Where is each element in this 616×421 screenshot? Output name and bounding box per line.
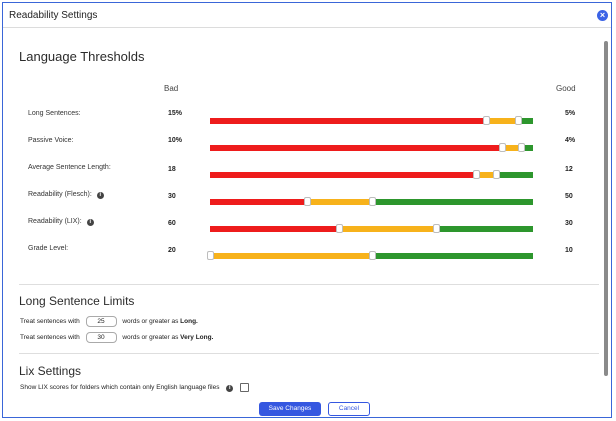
lix-english-only-option: Show LIX scores for folders which contai…: [20, 383, 250, 393]
threshold-slider[interactable]: [210, 170, 533, 179]
bad-threshold-handle[interactable]: [207, 251, 214, 260]
good-threshold-handle[interactable]: [492, 170, 500, 179]
very-long-threshold-input[interactable]: 30: [85, 332, 117, 343]
rule-suffix: words or greater as: [122, 318, 179, 326]
long-sentence-rule: Treat sentences with 25 words or greater…: [20, 316, 198, 327]
rule-label-long: Long.: [180, 318, 198, 326]
yellow-segment: [485, 118, 519, 124]
lix-option-label: Show LIX scores for folders which contai…: [20, 384, 220, 392]
bad-threshold-handle[interactable]: [336, 224, 344, 233]
threshold-slider[interactable]: [210, 224, 533, 233]
readability-settings-dialog: Readability Settings × Language Threshol…: [2, 2, 612, 418]
good-threshold-handle[interactable]: [368, 197, 376, 206]
rule-label-very-long: Very Long.: [180, 334, 214, 342]
threshold-label: Long Sentences:: [28, 110, 81, 117]
threshold-label: Passive Voice:: [28, 137, 74, 144]
green-segment: [371, 199, 533, 205]
very-long-sentence-rule: Treat sentences with 30 words or greater…: [20, 332, 213, 343]
threshold-slider[interactable]: [210, 116, 533, 125]
good-threshold-value: 10: [565, 247, 573, 254]
good-threshold-handle[interactable]: [518, 143, 526, 152]
bad-threshold-value: 18: [168, 166, 176, 173]
yellow-segment: [306, 199, 372, 205]
section-divider: [19, 353, 599, 354]
red-segment: [210, 226, 340, 232]
red-segment: [210, 199, 307, 205]
cancel-button[interactable]: Cancel: [328, 402, 370, 416]
scrollbar-thumb[interactable]: [604, 41, 608, 376]
threshold-label: Average Sentence Length:: [28, 164, 111, 171]
red-segment: [210, 172, 477, 178]
bad-threshold-handle[interactable]: [473, 170, 481, 179]
section-heading-long-sentence-limits: Long Sentence Limits: [19, 294, 135, 308]
bad-threshold-value: 30: [168, 193, 176, 200]
good-threshold-value: 4%: [565, 137, 576, 144]
section-divider: [19, 284, 599, 285]
threshold-label-text: Average Sentence Length:: [28, 164, 111, 171]
green-segment: [495, 172, 533, 178]
rule-prefix: Treat sentences with: [20, 334, 80, 342]
good-threshold-value: 50: [565, 193, 573, 200]
good-threshold-handle[interactable]: [433, 224, 441, 233]
rule-prefix: Treat sentences with: [20, 318, 80, 326]
good-column-header: Good: [556, 84, 576, 93]
bad-column-header: Bad: [164, 84, 179, 93]
threshold-label: Grade Level:: [28, 245, 68, 252]
lix-english-only-checkbox[interactable]: [240, 383, 250, 392]
good-threshold-value: 30: [565, 220, 573, 227]
red-segment: [210, 145, 502, 151]
close-icon[interactable]: ×: [597, 10, 608, 21]
bad-threshold-handle[interactable]: [303, 197, 311, 206]
threshold-slider[interactable]: [207, 251, 533, 260]
threshold-label: Readability (Flesch): i: [28, 191, 104, 199]
threshold-slider[interactable]: [210, 143, 533, 152]
save-changes-button[interactable]: Save Changes: [259, 402, 321, 416]
green-segment: [371, 253, 533, 259]
threshold-label-text: Passive Voice:: [28, 137, 74, 144]
rule-suffix: words or greater as: [122, 334, 179, 342]
section-heading-lix-settings: Lix Settings: [19, 364, 82, 378]
bad-threshold-handle[interactable]: [498, 143, 506, 152]
long-threshold-input[interactable]: 25: [85, 316, 117, 327]
red-segment: [210, 118, 486, 124]
bad-threshold-value: 20: [168, 247, 176, 254]
bad-threshold-handle[interactable]: [482, 116, 490, 125]
dialog-title: Readability Settings: [9, 10, 98, 21]
threshold-label-text: Long Sentences:: [28, 110, 81, 117]
bad-threshold-value: 60: [168, 220, 176, 227]
info-icon[interactable]: i: [86, 219, 94, 226]
green-segment: [436, 226, 533, 232]
threshold-label-text: Readability (LIX):: [28, 218, 82, 225]
good-threshold-value: 5%: [565, 110, 576, 117]
threshold-label: Readability (LIX): i: [28, 218, 94, 226]
threshold-label-text: Readability (Flesch):: [28, 191, 92, 198]
good-threshold-handle[interactable]: [515, 116, 523, 125]
info-icon[interactable]: i: [96, 192, 104, 199]
good-threshold-handle[interactable]: [368, 251, 376, 260]
yellow-segment: [210, 253, 372, 259]
bad-threshold-value: 10%: [168, 137, 183, 144]
threshold-label-text: Grade Level:: [28, 245, 69, 252]
section-heading-language-thresholds: Language Thresholds: [19, 49, 145, 64]
dialog-titlebar: Readability Settings ×: [3, 3, 611, 28]
yellow-segment: [339, 226, 437, 232]
info-icon[interactable]: i: [226, 385, 234, 393]
bad-threshold-value: 15%: [168, 110, 183, 117]
good-threshold-value: 12: [565, 166, 573, 173]
threshold-slider[interactable]: [210, 197, 533, 206]
